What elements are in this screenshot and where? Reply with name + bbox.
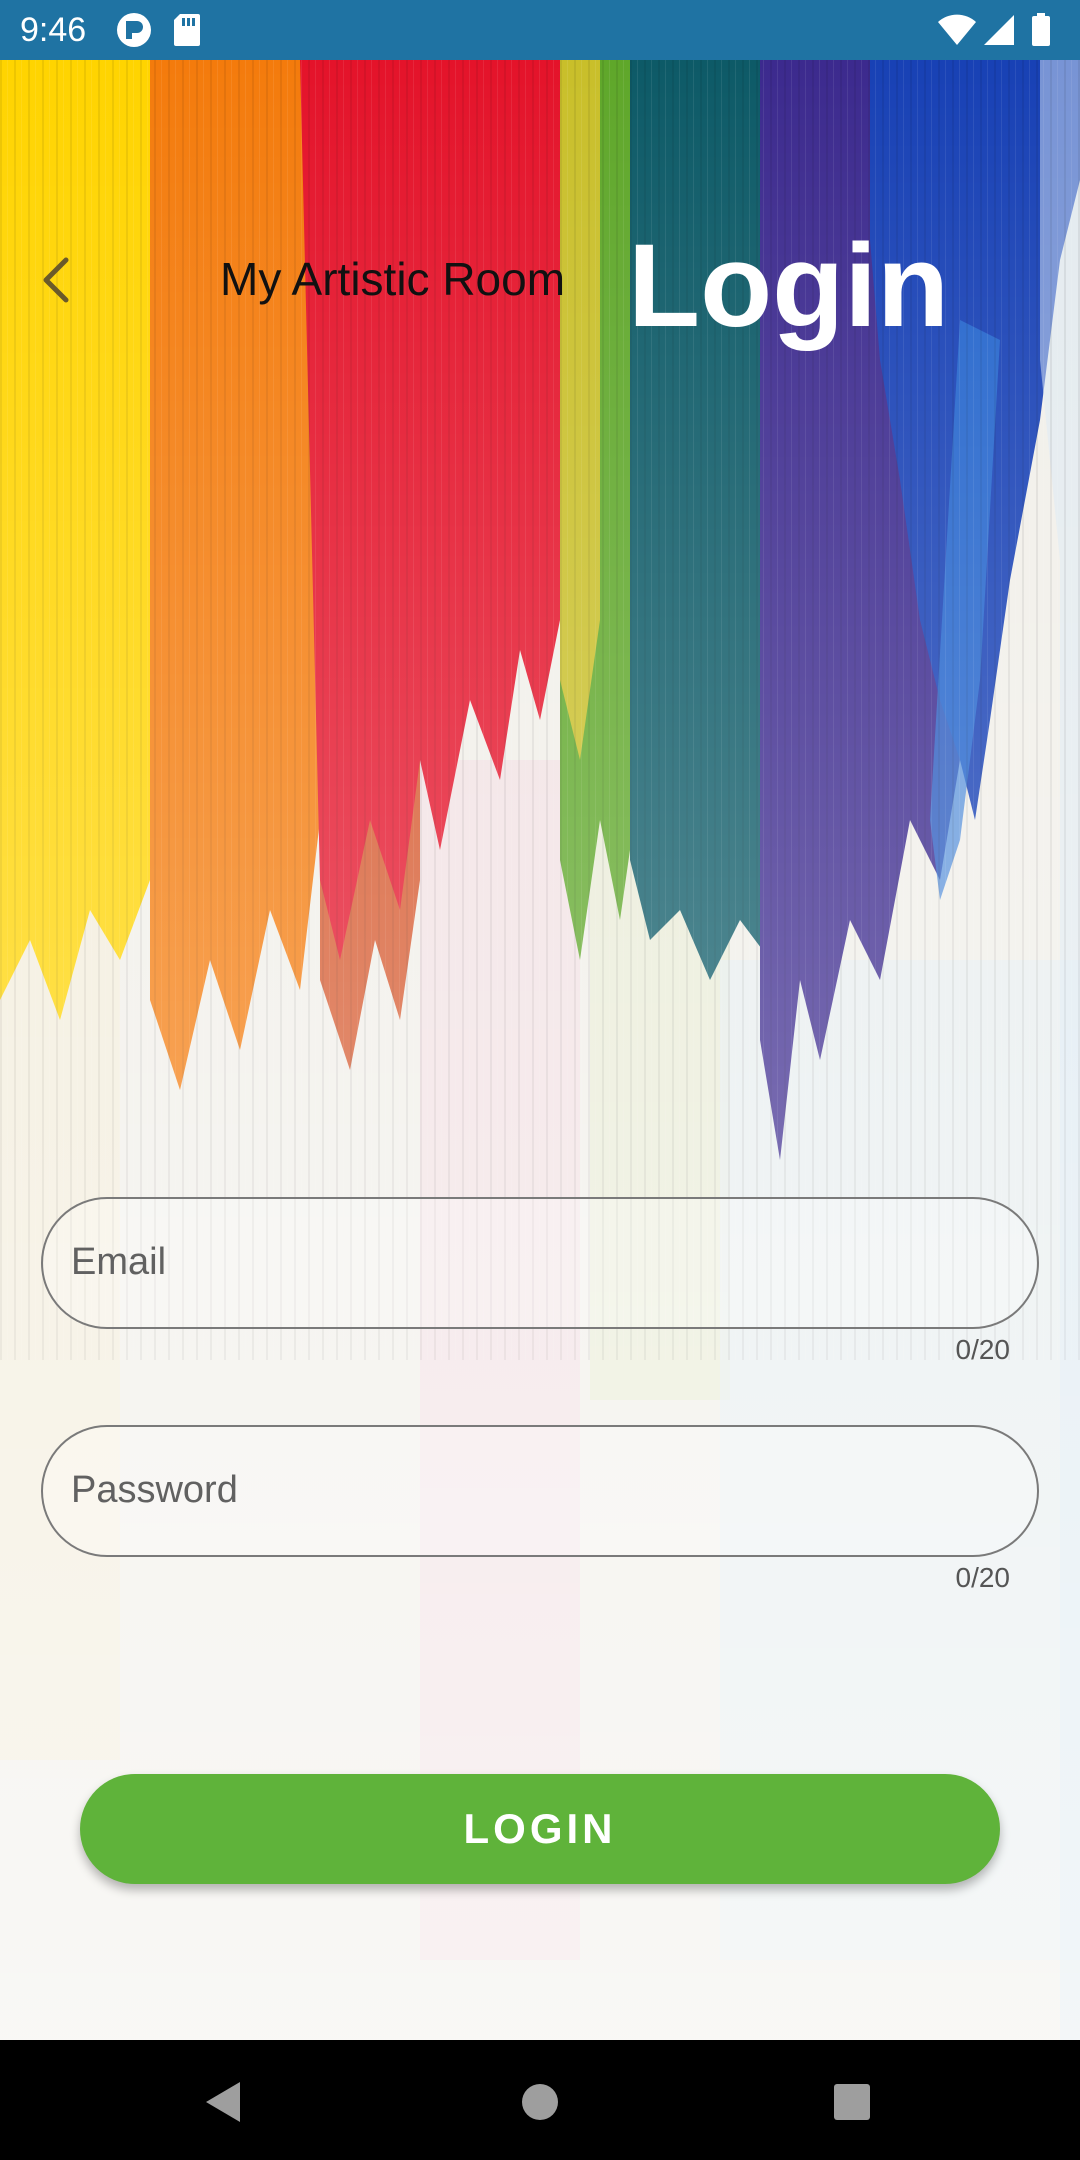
status-time: 9:46 xyxy=(20,11,87,49)
status-right-icons xyxy=(936,12,1060,48)
email-input[interactable] xyxy=(71,1199,1011,1326)
password-input[interactable] xyxy=(71,1427,1011,1554)
login-screen: My Artistic Room Login 0/20 0/20 LOGIN xyxy=(0,60,1080,2040)
system-nav-bar xyxy=(0,2040,1080,2160)
password-char-counter: 0/20 xyxy=(955,1562,1011,1593)
battery-icon xyxy=(1032,13,1050,46)
chevron-left-icon xyxy=(43,257,69,303)
paint-background-image xyxy=(0,60,1080,2040)
brand-title: My Artistic Room xyxy=(220,253,566,305)
status-bar: 9:46 xyxy=(0,0,1080,60)
recents-square-icon xyxy=(834,2084,870,2120)
login-button[interactable]: LOGIN xyxy=(80,1774,1000,1884)
password-field[interactable] xyxy=(41,1425,1039,1557)
home-circle-icon xyxy=(522,2084,558,2120)
nav-home-button[interactable] xyxy=(521,2080,559,2129)
nav-back-button[interactable] xyxy=(204,2080,244,2129)
email-char-counter: 0/20 xyxy=(955,1334,1011,1365)
nav-recents-button[interactable] xyxy=(832,2080,872,2129)
page-title: Login xyxy=(628,220,950,352)
email-field[interactable] xyxy=(41,1197,1039,1329)
back-triangle-icon xyxy=(206,2082,240,2122)
sd-card-icon xyxy=(172,12,202,53)
wifi-icon xyxy=(938,14,976,45)
app-notification-icon xyxy=(116,12,152,53)
back-button[interactable] xyxy=(30,240,80,320)
cellular-signal-icon xyxy=(984,15,1014,45)
